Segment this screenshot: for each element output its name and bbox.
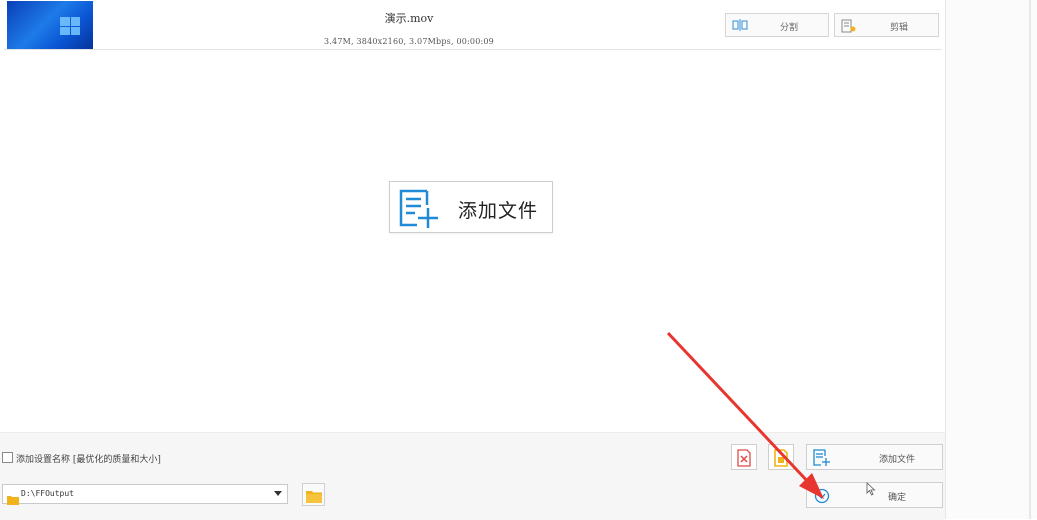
split-label: 分割 bbox=[779, 23, 798, 33]
browse-folder-button[interactable] bbox=[302, 483, 325, 506]
folder-icon bbox=[306, 488, 322, 507]
windows-logo-icon bbox=[60, 17, 80, 35]
check-circle-icon bbox=[813, 487, 831, 509]
clear-list-button[interactable] bbox=[768, 444, 794, 470]
mouse-cursor-icon bbox=[866, 481, 876, 500]
output-path-select[interactable]: D:\FFOutput bbox=[2, 484, 288, 505]
folder-icon bbox=[7, 490, 19, 509]
window-edge bbox=[1029, 0, 1031, 519]
split-button[interactable]: 分割 bbox=[725, 13, 829, 37]
add-file-icon bbox=[813, 449, 831, 471]
clip-icon bbox=[841, 19, 857, 36]
add-file-label: 添加文件 bbox=[458, 200, 539, 222]
video-thumbnail bbox=[7, 1, 93, 49]
chevron-down-icon[interactable] bbox=[274, 491, 282, 496]
clip-button[interactable]: 剪辑 bbox=[834, 13, 939, 37]
add-file-button-center[interactable]: 添加文件 bbox=[389, 181, 553, 233]
right-side-strip bbox=[946, 0, 1037, 519]
file-list-item[interactable]: 演示.mov 3.47M, 3840x2160, 3.07Mbps, 00:00… bbox=[4, 0, 942, 50]
add-file-icon bbox=[397, 187, 441, 233]
bottom-bar bbox=[0, 432, 945, 520]
add-file-bottom-label: 添加文件 bbox=[878, 455, 915, 465]
file-name: 演示.mov bbox=[384, 12, 434, 25]
checkbox-label: 添加设置名称 [最优化的质量和大小] bbox=[16, 455, 161, 465]
clip-label: 剪辑 bbox=[889, 23, 908, 33]
ok-label: 确定 bbox=[887, 493, 906, 503]
checkbox-box[interactable] bbox=[2, 452, 13, 463]
split-icon bbox=[732, 19, 748, 34]
file-meta: 3.47M, 3840x2160, 3.07Mbps, 00:00:09 bbox=[324, 37, 494, 46]
remove-file-button[interactable] bbox=[731, 444, 757, 470]
clear-list-icon bbox=[774, 449, 788, 467]
remove-file-icon bbox=[737, 449, 751, 467]
output-path-value: D:\FFOutput bbox=[21, 489, 74, 498]
add-file-button-bottom[interactable]: 添加文件 bbox=[806, 444, 943, 470]
